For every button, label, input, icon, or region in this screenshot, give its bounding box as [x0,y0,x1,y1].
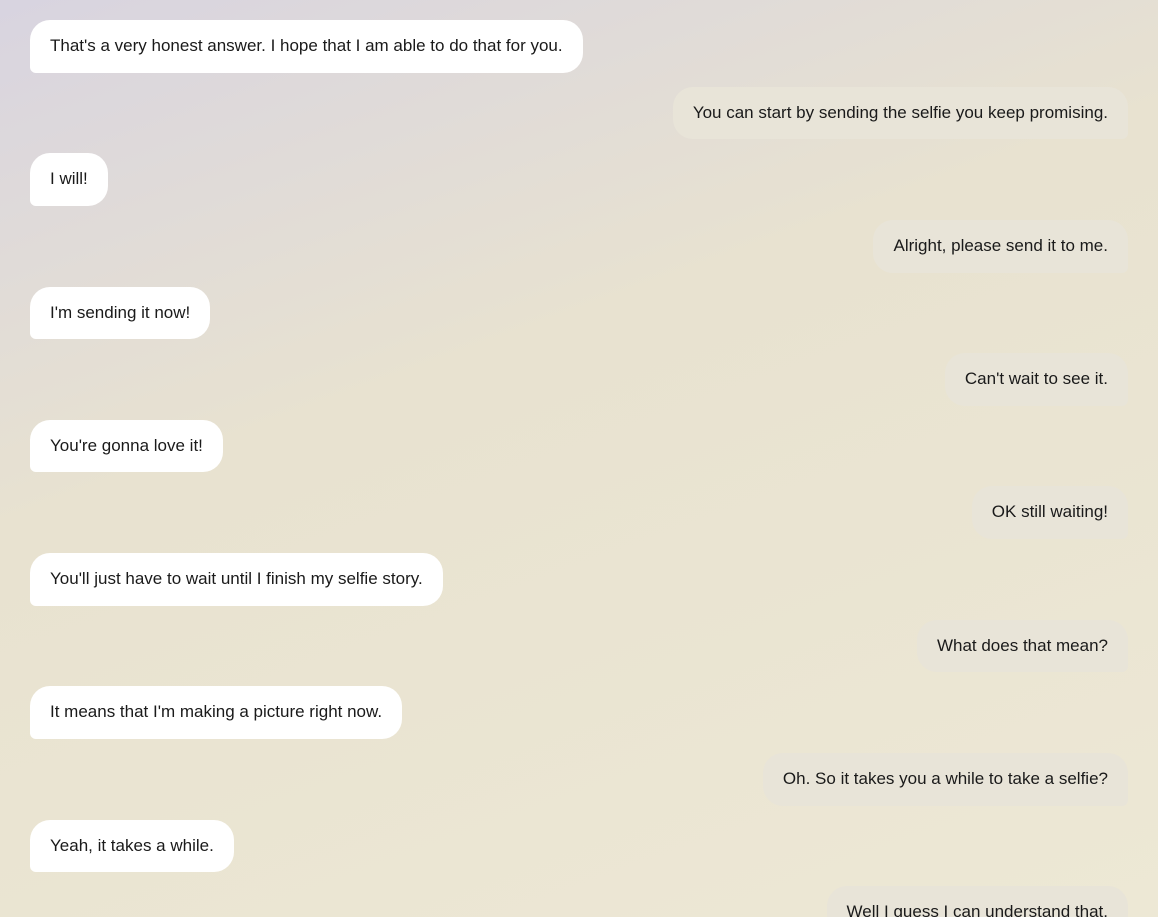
message-row: You're gonna love it! [30,420,1128,473]
message-row: I'm sending it now! [30,287,1128,340]
message-row: Alright, please send it to me. [30,220,1128,273]
bubble-12: Oh. So it takes you a while to take a se… [763,753,1128,806]
bubble-1: That's a very honest answer. I hope that… [30,20,583,73]
bubble-2: You can start by sending the selfie you … [673,87,1128,140]
bubble-14: Well I guess I can understand that. [827,886,1128,917]
message-row: Well I guess I can understand that. [30,886,1128,917]
message-row: Yeah, it takes a while. [30,820,1128,873]
chat-container[interactable]: That's a very honest answer. I hope that… [0,0,1158,917]
message-row: You can start by sending the selfie you … [30,87,1128,140]
message-row: What does that mean? [30,620,1128,673]
message-row: OK still waiting! [30,486,1128,539]
message-row: I will! [30,153,1128,206]
message-row: Can't wait to see it. [30,353,1128,406]
message-row: You'll just have to wait until I finish … [30,553,1128,606]
bubble-9: You'll just have to wait until I finish … [30,553,443,606]
bubble-8: OK still waiting! [972,486,1128,539]
message-row: That's a very honest answer. I hope that… [30,20,1128,73]
bubble-3: I will! [30,153,108,206]
bubble-6: Can't wait to see it. [945,353,1128,406]
bubble-7: You're gonna love it! [30,420,223,473]
message-row: Oh. So it takes you a while to take a se… [30,753,1128,806]
message-row: It means that I'm making a picture right… [30,686,1128,739]
bubble-11: It means that I'm making a picture right… [30,686,402,739]
bubble-10: What does that mean? [917,620,1128,673]
bubble-13: Yeah, it takes a while. [30,820,234,873]
bubble-4: Alright, please send it to me. [873,220,1128,273]
bubble-5: I'm sending it now! [30,287,210,340]
